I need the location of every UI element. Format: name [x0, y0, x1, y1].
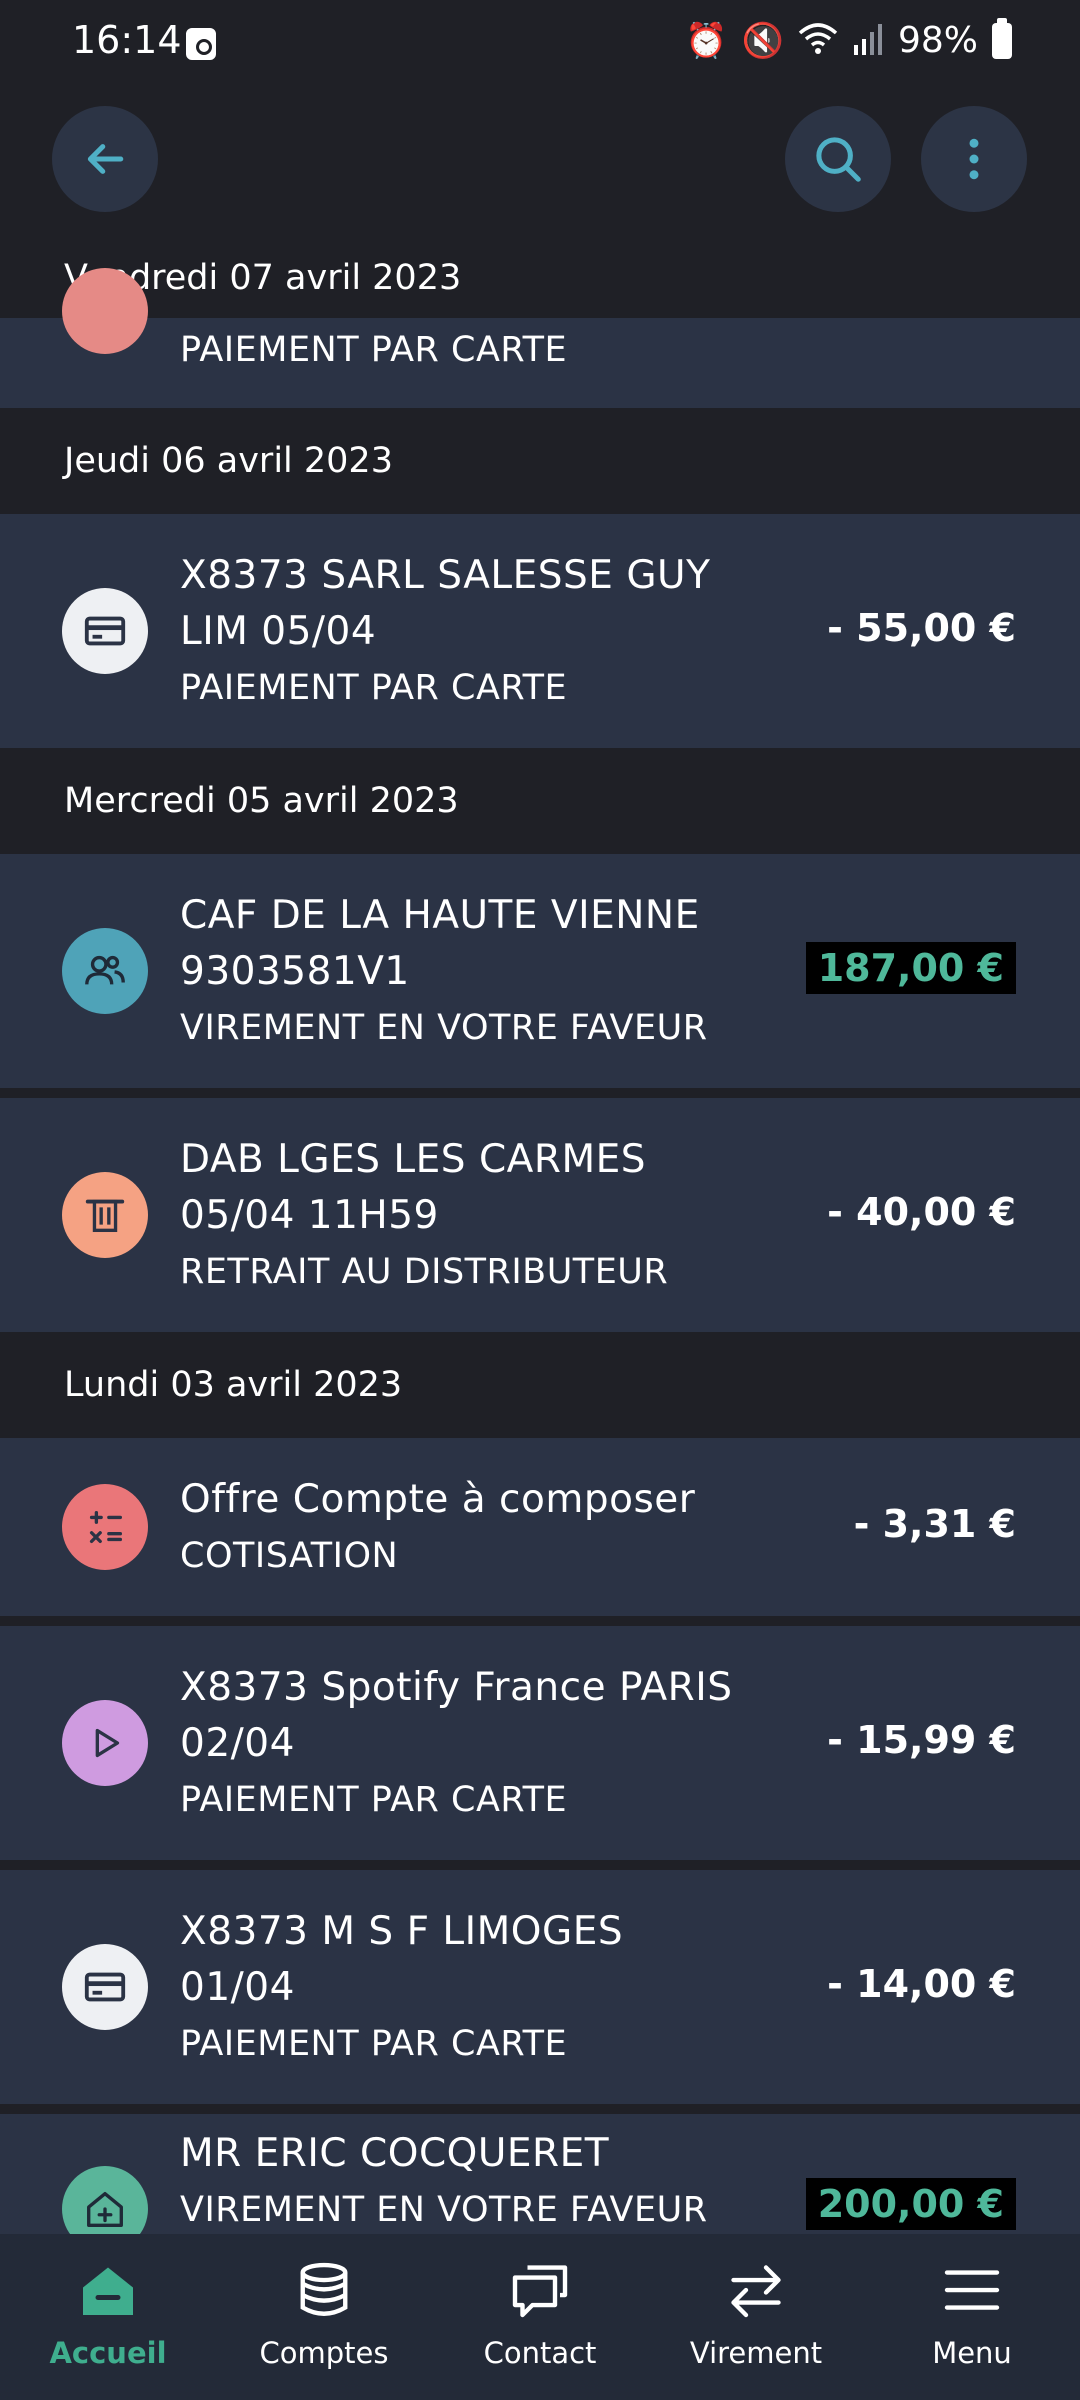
transaction-title: 9303581V1 — [180, 949, 410, 994]
people-icon — [62, 928, 148, 1014]
hamburger-icon — [944, 2270, 1000, 2310]
transaction-type: RETRAIT AU DISTRIBUTEUR — [180, 1252, 669, 1292]
notification-icon — [186, 28, 216, 60]
more-options-button[interactable] — [921, 106, 1027, 212]
transaction-title: X8373 SARL SALESSE GUY — [180, 553, 711, 598]
transaction-type: PAIEMENT PAR CARTE — [180, 1780, 568, 1820]
home-icon — [83, 2267, 133, 2315]
mute-icon: 🔇 — [741, 20, 784, 61]
transaction-title: X8373 M S F LIMOGES — [180, 1909, 624, 1954]
chat-icon — [512, 2265, 568, 2318]
nav-label: Contact — [483, 2336, 597, 2370]
transaction-row[interactable]: X8373 SARL SALESSE GUY LIM 05/04 PAIEMEN… — [0, 514, 1080, 748]
transaction-row[interactable]: X8373 Spotify France PARIS 02/04 PAIEMEN… — [0, 1626, 1080, 1860]
date-header: Jeudi 06 avril 2023 — [0, 408, 1080, 514]
transaction-amount: - 3,31 € — [853, 1502, 1016, 1546]
transaction-type: PAIEMENT PAR CARTE — [180, 330, 568, 370]
atm-icon — [62, 1172, 148, 1258]
transaction-row[interactable]: Offre Compte à composer COTISATION - 3,3… — [0, 1438, 1080, 1616]
transaction-icon — [62, 268, 148, 354]
transaction-amount: 187,00 € — [805, 942, 1016, 994]
nav-comptes[interactable]: Comptes — [216, 2234, 432, 2400]
bottom-navigation: Accueil Comptes Contact Virement Menu — [0, 2234, 1080, 2400]
transaction-title: X8373 Spotify France PARIS — [180, 1665, 733, 1710]
nav-virement[interactable]: Virement — [648, 2234, 864, 2400]
transaction-row[interactable]: X8373 M S F LIMOGES 01/04 PAIEMENT PAR C… — [0, 1870, 1080, 2104]
calculator-icon — [62, 1484, 148, 1570]
transaction-title: MR ERIC COCQUERET — [180, 2131, 610, 2176]
transaction-title: Offre Compte à composer — [180, 1477, 696, 1522]
transaction-title: 01/04 — [180, 1965, 295, 2010]
transaction-title: CAF DE LA HAUTE VIENNE — [180, 893, 700, 938]
transaction-row[interactable]: DAB LGES LES CARMES 05/04 11H59 RETRAIT … — [0, 1098, 1080, 1332]
nav-label: Comptes — [259, 2336, 389, 2370]
transaction-list[interactable]: Vendredi 07 avril 2023 PAIEMENT PAR CART… — [0, 238, 1080, 2358]
search-button[interactable] — [785, 106, 891, 212]
nav-contact[interactable]: Contact — [432, 2234, 648, 2400]
nav-label: Menu — [932, 2336, 1012, 2370]
transaction-amount: - 15,99 € — [827, 1718, 1016, 1762]
transaction-title: DAB LGES LES CARMES — [180, 1137, 646, 1182]
back-button[interactable] — [52, 106, 158, 212]
nav-menu[interactable]: Menu — [864, 2234, 1080, 2400]
status-bar: 16:14 ⏰ 🔇 98% — [0, 0, 1080, 88]
transaction-type: PAIEMENT PAR CARTE — [180, 2024, 568, 2064]
more-vertical-icon — [969, 138, 979, 180]
nav-accueil[interactable]: Accueil — [0, 2234, 216, 2400]
status-time: 16:14 — [72, 18, 182, 62]
transaction-amount: - 55,00 € — [827, 606, 1016, 650]
transaction-amount: - 14,00 € — [827, 1962, 1016, 2006]
card-icon — [62, 588, 148, 674]
transaction-row[interactable]: PAIEMENT PAR CARTE — [0, 268, 1080, 408]
transaction-row[interactable]: CAF DE LA HAUTE VIENNE 9303581V1 VIREMEN… — [0, 854, 1080, 1088]
transaction-title: 02/04 — [180, 1721, 295, 1766]
date-header: Lundi 03 avril 2023 — [0, 1332, 1080, 1438]
play-icon — [62, 1700, 148, 1786]
transaction-type: VIREMENT EN VOTRE FAVEUR — [180, 2190, 708, 2230]
nav-label: Virement — [689, 2336, 823, 2370]
database-icon — [300, 2262, 348, 2316]
search-icon — [816, 137, 861, 182]
transaction-type: COTISATION — [180, 1536, 399, 1576]
nav-label: Accueil — [49, 2336, 167, 2370]
transfer-icon — [731, 2265, 781, 2318]
card-icon — [62, 1944, 148, 2030]
battery-icon — [992, 17, 1012, 59]
date-header: Mercredi 05 avril 2023 — [0, 748, 1080, 854]
date-header: Vendredi 07 avril 2023 — [0, 238, 1080, 318]
transaction-title: 05/04 11H59 — [180, 1193, 439, 1238]
signal-icon — [852, 21, 884, 61]
arrow-left-icon — [87, 144, 124, 174]
transaction-type: PAIEMENT PAR CARTE — [180, 668, 568, 708]
top-bar — [0, 88, 1080, 238]
transaction-amount: - 40,00 € — [827, 1190, 1016, 1234]
wifi-icon — [798, 21, 838, 61]
transaction-amount: 200,00 € — [805, 2178, 1016, 2230]
transaction-title: LIM 05/04 — [180, 609, 377, 654]
battery-percent: 98% — [897, 20, 978, 61]
alarm-icon: ⏰ — [685, 20, 728, 61]
transaction-type: VIREMENT EN VOTRE FAVEUR — [180, 1008, 708, 1048]
status-indicators: ⏰ 🔇 98% — [685, 17, 1012, 61]
